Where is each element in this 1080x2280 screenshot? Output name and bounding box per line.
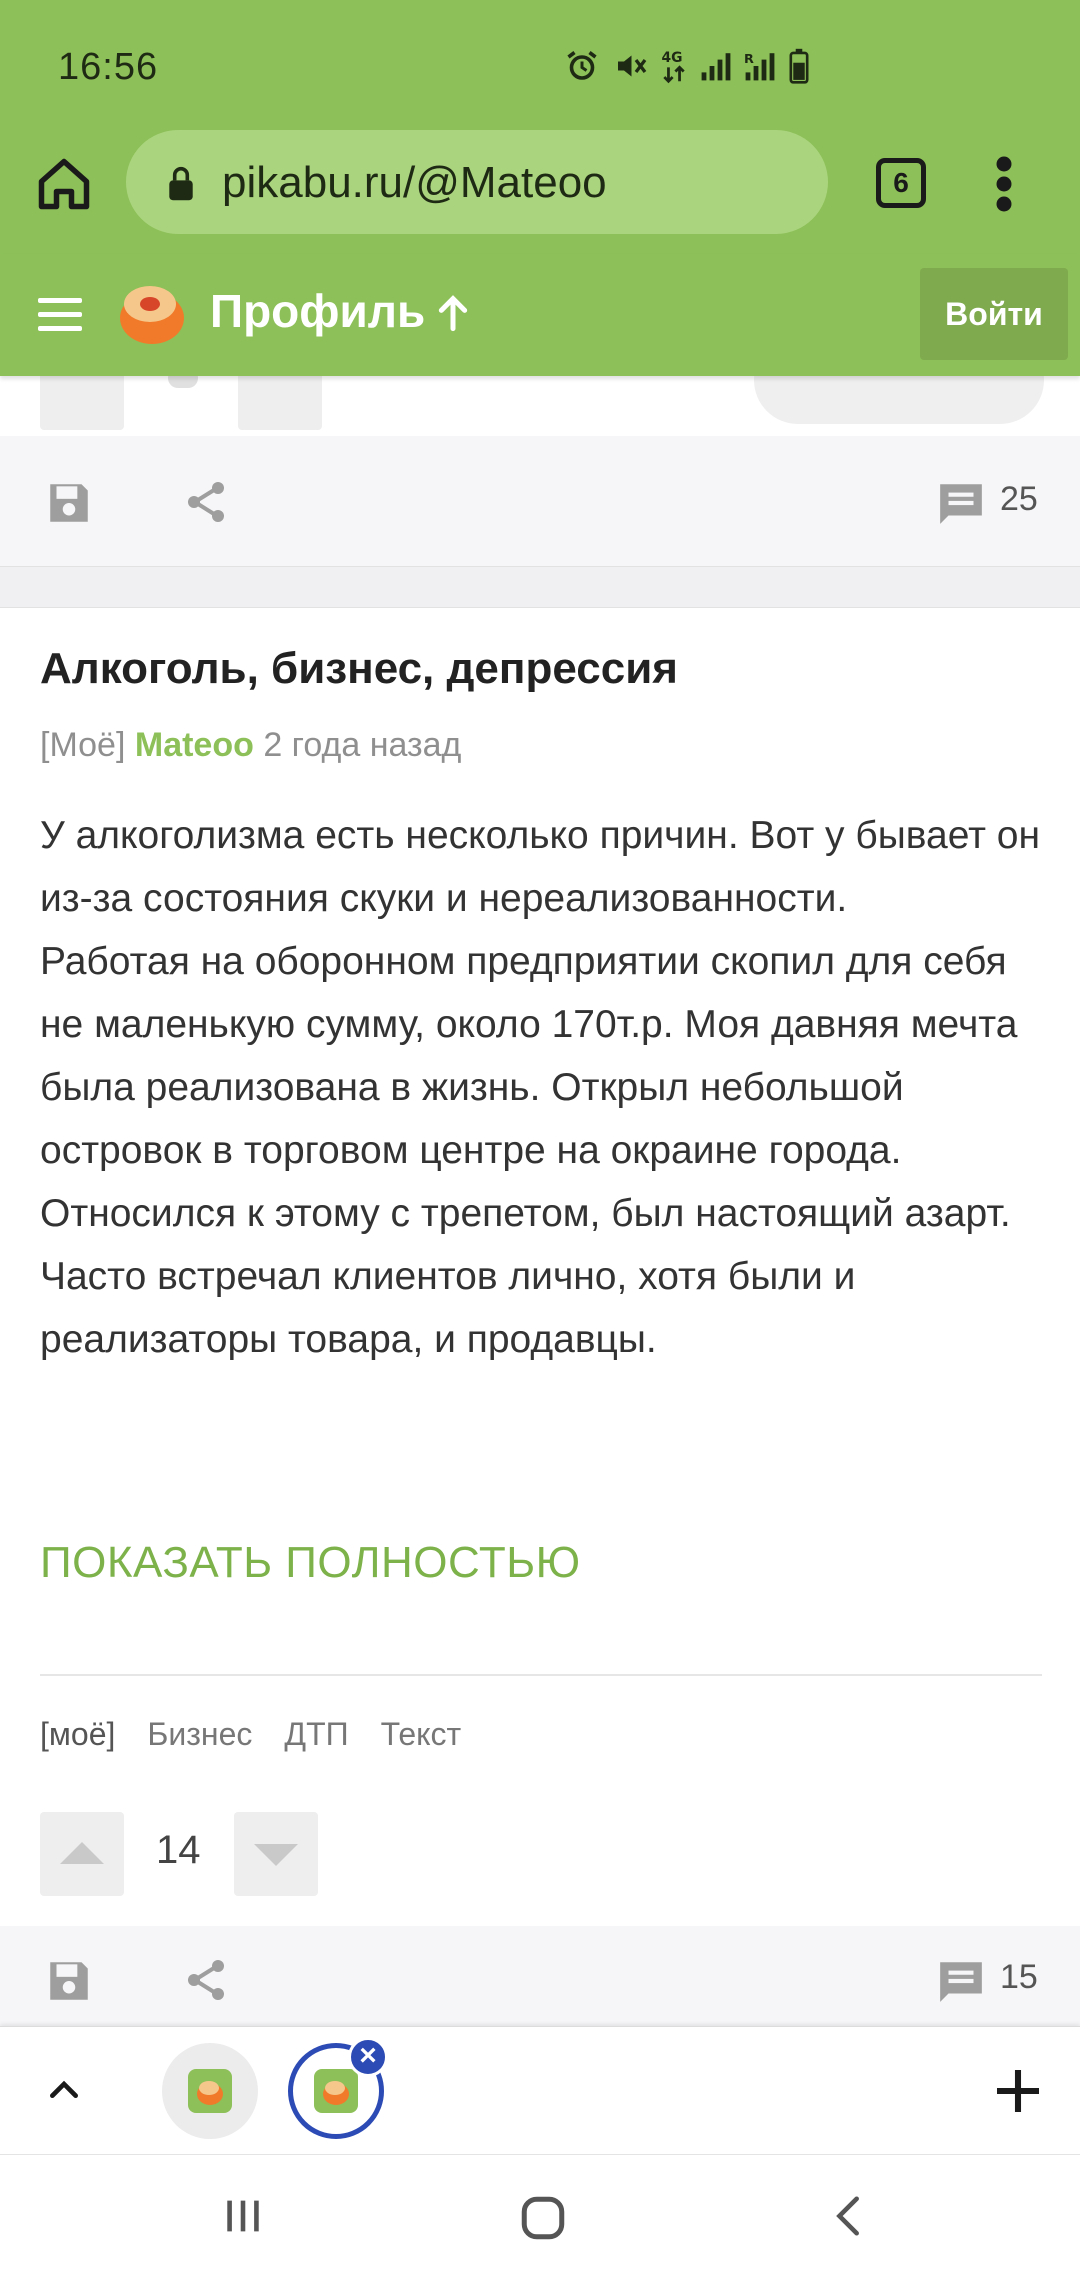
svg-text:4G: 4G xyxy=(662,50,683,66)
more-vertical-icon xyxy=(996,156,1012,212)
tab-favicon xyxy=(314,2069,358,2113)
upvote-button[interactable] xyxy=(40,1812,124,1896)
system-nav-bar xyxy=(0,2154,1080,2280)
recent-apps-icon[interactable] xyxy=(220,2193,266,2239)
tab-favicon xyxy=(188,2069,232,2113)
post-body: У алкоголизма есть несколько причин. Вот… xyxy=(40,804,1050,1371)
browser-tab[interactable] xyxy=(162,2043,258,2139)
text-fade-overlay xyxy=(0,1400,1080,1500)
show-more-link[interactable]: ПОКАЗАТЬ ПОЛНОСТЬЮ xyxy=(40,1538,581,1588)
alarm-icon xyxy=(567,51,597,80)
save-icon[interactable] xyxy=(44,478,94,528)
upvote-button[interactable] xyxy=(40,376,124,430)
signal-icon xyxy=(701,53,731,81)
post-paragraph: У алкоголизма есть несколько причин. Вот… xyxy=(40,814,1041,920)
save-icon[interactable] xyxy=(44,1956,94,2006)
previous-post-controls xyxy=(0,376,1080,438)
pikabu-logo[interactable] xyxy=(114,276,188,350)
comment-icon[interactable] xyxy=(936,1958,986,2004)
status-time: 16:56 xyxy=(58,46,159,88)
lock-icon xyxy=(169,166,193,201)
signal-roaming-icon: R xyxy=(744,52,775,81)
post-action-bar: 15 xyxy=(0,1926,1080,2026)
tag[interactable]: Бизнес xyxy=(147,1716,252,1753)
previous-post-action-bar: 25 xyxy=(0,436,1080,566)
4g-icon: 4G xyxy=(662,50,685,84)
share-icon[interactable] xyxy=(182,1956,230,2004)
battery-icon xyxy=(789,48,809,84)
plus-icon[interactable] xyxy=(990,2063,1046,2119)
reactions-button[interactable] xyxy=(754,376,1044,424)
svg-text:R: R xyxy=(744,52,754,67)
hamburger-menu-icon[interactable] xyxy=(38,298,82,332)
status-icons: 4G R xyxy=(564,48,810,84)
tab-switcher-bar: × xyxy=(0,2026,1080,2154)
divider xyxy=(40,1674,1042,1676)
site-header: Профиль Войти xyxy=(0,254,1080,376)
page-title: Профиль xyxy=(210,285,426,337)
tag[interactable]: [моё] xyxy=(40,1716,115,1753)
browser-toolbar: pikabu.ru/@Mateoo 6 xyxy=(0,120,1080,254)
downvote-button[interactable] xyxy=(238,376,322,430)
back-icon[interactable] xyxy=(826,2193,872,2239)
tag[interactable]: Текст xyxy=(381,1716,462,1753)
scroll-up-arrow-icon[interactable] xyxy=(436,292,470,332)
downvote-button[interactable] xyxy=(234,1812,318,1896)
post-tag-prefix: [Моё] xyxy=(40,726,126,764)
rating-placeholder xyxy=(168,376,198,388)
login-button[interactable]: Войти xyxy=(920,268,1068,360)
post-rating: 14 xyxy=(156,1828,201,1872)
home-button[interactable] xyxy=(34,154,94,214)
post-meta: [Моё] Mateoo 2 года назад xyxy=(40,726,461,765)
chevron-up-icon[interactable] xyxy=(44,2069,84,2109)
url-text: pikabu.ru/@Mateoo xyxy=(222,158,607,207)
tabs-count-button[interactable]: 6 xyxy=(876,158,926,208)
post-title[interactable]: Алкоголь, бизнес, депрессия xyxy=(40,644,678,694)
post-author[interactable]: Mateoo xyxy=(135,726,254,764)
close-tab-icon[interactable]: × xyxy=(348,2037,388,2077)
post-separator xyxy=(0,566,1080,608)
comments-count[interactable]: 25 xyxy=(1000,480,1038,519)
home-nav-icon[interactable] xyxy=(518,2193,568,2243)
status-bar: 16:56 4G R xyxy=(0,0,1080,130)
address-bar[interactable]: pikabu.ru/@Mateoo xyxy=(126,130,828,234)
post-paragraph: Работая на оборонном предприятии скопил … xyxy=(40,940,1018,1361)
post-tags: [моё] Бизнес ДТП Текст xyxy=(40,1716,461,1753)
share-icon[interactable] xyxy=(182,478,230,526)
tag[interactable]: ДТП xyxy=(284,1716,348,1753)
comments-count[interactable]: 15 xyxy=(1000,1958,1038,1997)
home-icon xyxy=(38,158,90,210)
post-time: 2 года назад xyxy=(263,726,462,764)
comment-icon[interactable] xyxy=(936,480,986,526)
arrow-up-icon xyxy=(60,1842,104,1864)
browser-menu-button[interactable] xyxy=(992,154,1016,214)
arrow-down-icon xyxy=(254,1844,298,1866)
mute-icon xyxy=(618,55,647,77)
